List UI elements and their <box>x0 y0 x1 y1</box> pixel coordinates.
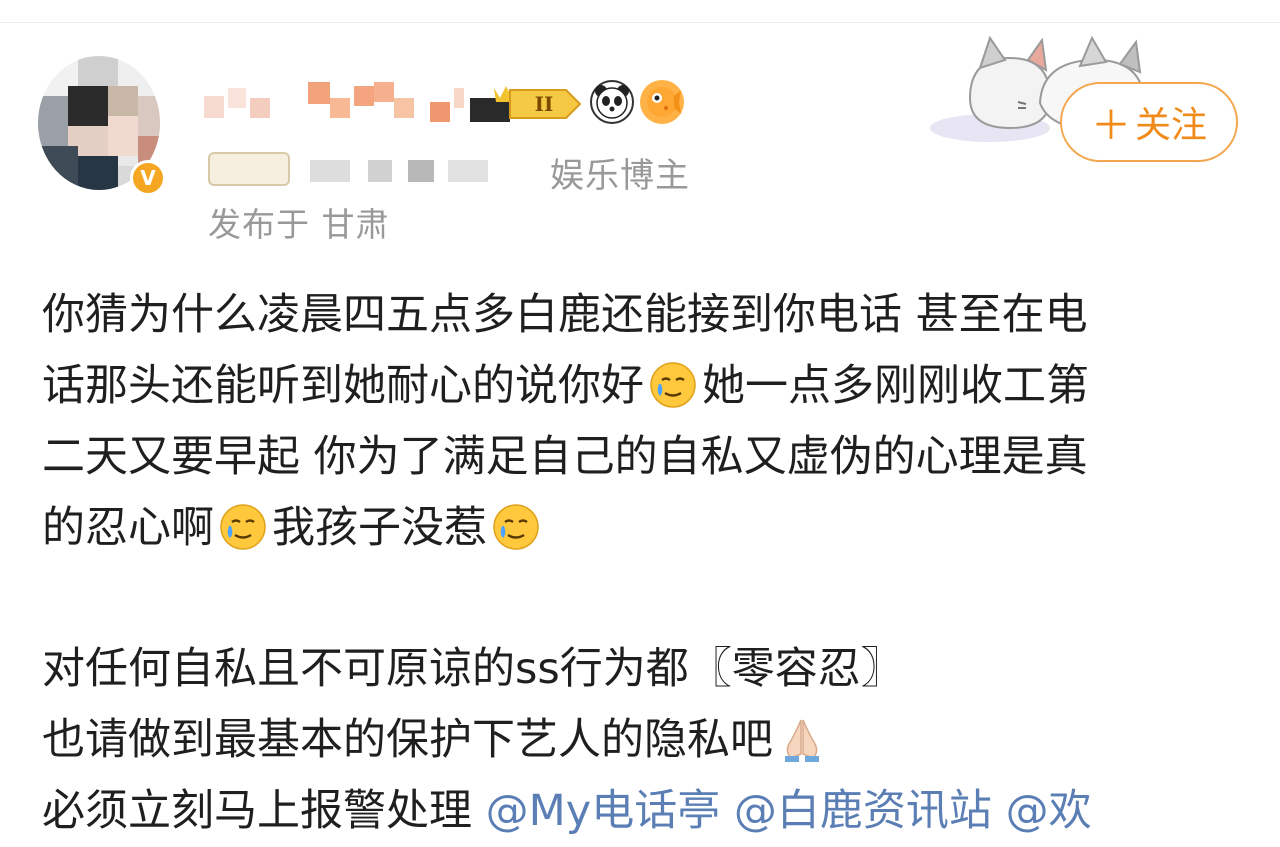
follow-label: 关注 <box>1134 105 1207 146</box>
post-body: 你猜为什么凌晨四五点多白鹿还能接到你电话 甚至在电 话那头还能听到她耐心的说你好… <box>42 280 1242 847</box>
crying-smile-emoji-icon <box>650 362 696 408</box>
plus-icon: ＋ <box>1090 103 1131 149</box>
post-line: 你猜为什么凌晨四五点多白鹿还能接到你电话 甚至在电 <box>42 290 1088 340</box>
pufferfish-icon <box>640 80 684 124</box>
top-divider <box>0 22 1280 23</box>
mention-link[interactable]: @My电话亭 <box>486 786 721 836</box>
follow-button[interactable]: ＋ 关注 <box>1060 82 1238 162</box>
post-line: 也请做到最基本的保护下艺人的隐私吧 <box>42 705 1242 776</box>
blurred-tag <box>208 152 290 186</box>
post-line: 话那头还能听到她耐心的说你好 她一点多刚刚收工第 <box>42 361 1089 411</box>
panda-icon <box>590 80 634 124</box>
post-line: 的忍心啊 我孩子没惹 <box>42 493 1242 564</box>
verified-v-icon: V <box>130 160 166 196</box>
praying-hands-emoji-icon <box>785 719 819 762</box>
blurred-date <box>310 160 350 182</box>
member-level-badge: II <box>470 86 582 122</box>
crying-smile-emoji-icon <box>220 504 266 550</box>
mention-link[interactable]: @欢 <box>1006 786 1092 836</box>
post-line: 二天又要早起 你为了满足自己的自私又虚伪的心理是真 <box>42 432 1088 482</box>
level-text: II <box>535 92 554 116</box>
user-role-label: 娱乐博主 <box>550 156 690 196</box>
post-location: 发布于 甘肃 <box>208 205 390 244</box>
post-line: 对任何自私且不可原谅的ss行为都〖零容忍〗 <box>42 644 904 694</box>
username-blurred[interactable] <box>204 78 464 124</box>
crying-smile-emoji-icon <box>493 504 539 550</box>
mention-link[interactable]: @白鹿资讯站 <box>734 786 992 836</box>
